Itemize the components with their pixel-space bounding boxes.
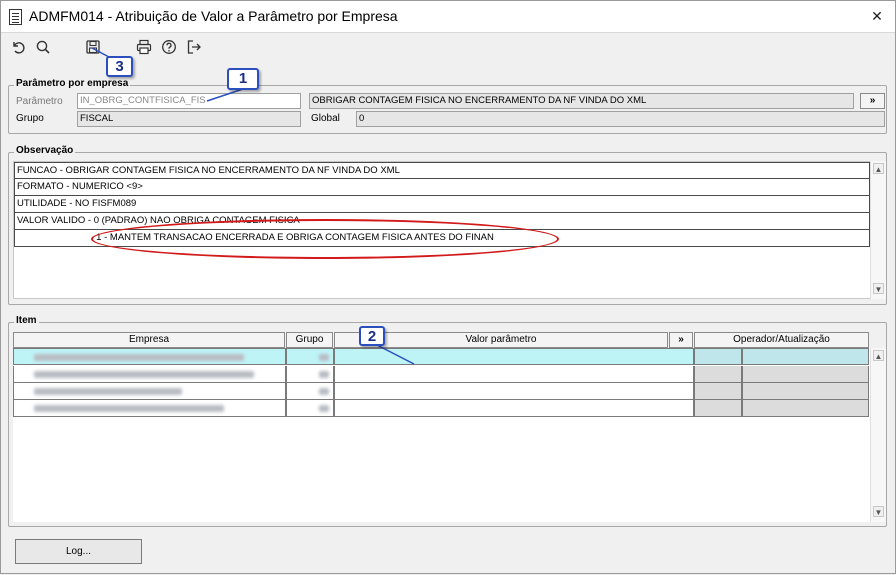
scroll-down-icon[interactable]: ▼ (873, 506, 884, 517)
grupo-cell[interactable] (286, 366, 334, 383)
valor-cell[interactable] (334, 383, 694, 400)
undo-icon[interactable] (8, 37, 28, 57)
observacao-line: FORMATO - NUMERICO <9> (14, 179, 870, 196)
global-label: Global (311, 113, 340, 124)
parametro-expand-button[interactable]: » (860, 93, 885, 109)
column-header-grupo[interactable]: Grupo (286, 332, 333, 348)
title-bar: ADMFM014 - Atribuição de Valor a Parâmet… (1, 1, 895, 33)
help-icon[interactable] (159, 37, 179, 57)
log-button[interactable]: Log... (15, 539, 142, 564)
operador-cell (694, 383, 742, 400)
print-icon[interactable] (134, 37, 154, 57)
column-header-expand[interactable]: » (669, 332, 693, 348)
atualizacao-cell (742, 400, 869, 417)
grupo-cell[interactable] (286, 383, 334, 400)
exit-icon[interactable] (184, 37, 204, 57)
grupo-cell[interactable] (286, 348, 334, 365)
atualizacao-cell (742, 348, 869, 365)
observacao-group-legend: Observação (14, 145, 76, 156)
item-scrollbar[interactable]: ▲ ▼ (870, 348, 886, 522)
parametro-group-legend: Parâmetro por empresa (14, 78, 131, 89)
save-icon[interactable] (83, 37, 103, 57)
valor-cell[interactable] (334, 366, 694, 383)
parametro-label: Parâmetro (16, 96, 63, 107)
observacao-line: UTILIDADE - NO FISFM089 (14, 196, 870, 213)
main-window: ADMFM014 - Atribuição de Valor a Parâmet… (0, 0, 896, 574)
column-header-operador[interactable]: Operador/Atualização (694, 332, 869, 348)
operador-cell (694, 366, 742, 383)
close-button[interactable]: ✕ (869, 8, 885, 24)
column-header-empresa[interactable]: Empresa (13, 332, 285, 348)
observacao-line: FUNCAO - OBRIGAR CONTAGEM FISICA NO ENCE… (14, 162, 870, 179)
document-icon (9, 9, 22, 25)
item-grid (13, 348, 871, 522)
grupo-cell[interactable] (286, 400, 334, 417)
operador-cell (694, 348, 742, 365)
table-row[interactable] (13, 400, 869, 417)
toolbar (1, 34, 895, 74)
table-row[interactable] (13, 348, 869, 365)
empresa-cell[interactable] (13, 348, 286, 365)
table-row[interactable] (13, 366, 869, 383)
atualizacao-cell (742, 383, 869, 400)
callout-3: 3 (106, 56, 133, 77)
valor-cell[interactable] (334, 348, 694, 365)
parametro-description-field: OBRIGAR CONTAGEM FISICA NO ENCERRAMENTO … (309, 93, 854, 109)
empresa-cell[interactable] (13, 400, 286, 417)
valor-cell[interactable] (334, 400, 694, 417)
callout-2: 2 (359, 326, 385, 346)
search-icon[interactable] (33, 37, 53, 57)
observacao-scrollbar[interactable]: ▲ ▼ (870, 161, 886, 299)
table-row[interactable] (13, 383, 869, 400)
grupo-field: FISCAL (77, 111, 301, 127)
grupo-label: Grupo (16, 113, 44, 124)
scroll-up-icon[interactable]: ▲ (873, 350, 884, 361)
empresa-cell[interactable] (13, 366, 286, 383)
global-field: 0 (356, 111, 885, 127)
window-title: ADMFM014 - Atribuição de Valor a Parâmet… (29, 8, 398, 24)
parametro-field[interactable]: IN_OBRG_CONTFISICA_FIS (77, 93, 301, 109)
atualizacao-cell (742, 366, 869, 383)
callout-1: 1 (227, 68, 259, 90)
operador-cell (694, 400, 742, 417)
empresa-cell[interactable] (13, 383, 286, 400)
highlight-ellipse (91, 219, 559, 259)
scroll-down-icon[interactable]: ▼ (873, 283, 884, 294)
scroll-up-icon[interactable]: ▲ (873, 163, 884, 174)
item-group-legend: Item (14, 315, 39, 326)
